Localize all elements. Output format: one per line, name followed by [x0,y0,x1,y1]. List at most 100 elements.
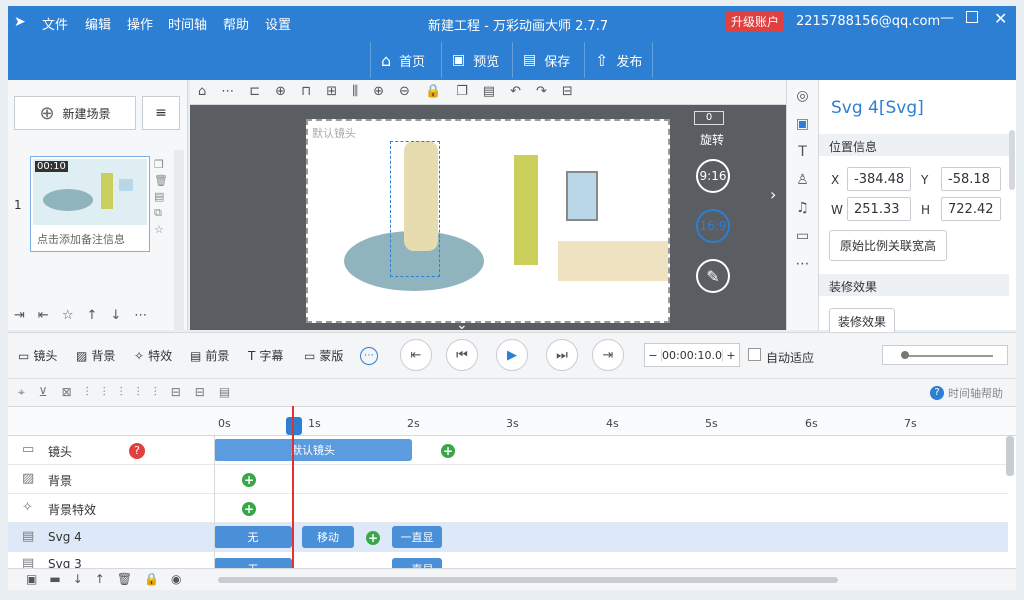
upgrade-button[interactable]: 升级账户 [726,11,785,32]
menu-settings[interactable]: 设置 [265,14,291,33]
menu-operate[interactable]: 操作 [127,14,153,33]
effects-tab[interactable]: ✧ 特效 [134,347,172,364]
copy-scene-icon[interactable]: ❐ [154,158,168,171]
new-scene-button[interactable]: ⊕ 新建场景 [14,96,136,130]
text-icon[interactable]: T [798,144,807,160]
track-row-selected[interactable]: ▤ Svg 4 无 移动 + 一直显 [8,523,1008,552]
more-options-icon[interactable]: ⋯ [221,84,234,99]
prev-frame-icon[interactable]: ⏮ [446,339,478,371]
lock-icon[interactable]: 🔒 [425,84,441,99]
h-input[interactable] [941,197,1001,221]
menu-timeline[interactable]: 时间轴 [168,14,207,33]
next-scene-icon[interactable]: ⇥ [592,339,624,371]
scene-favorite-icon[interactable]: ☆ [154,223,168,236]
tracks-scrollbar[interactable] [1006,436,1014,476]
account-email[interactable]: 2215788156@qq.com [796,14,940,29]
align-start-icon[interactable]: ⫶ [103,385,106,400]
image-icon[interactable]: ▣ [796,116,809,132]
horizontal-scrollbar[interactable] [218,577,838,583]
background-tab[interactable]: ▨ 背景 [76,347,115,364]
align-middle-icon[interactable]: ⊞ [326,84,337,99]
align-end-icon[interactable]: ⫶ [120,385,123,400]
add-keyframe-icon[interactable]: + [366,531,380,545]
add-keyframe-icon[interactable]: + [242,502,256,516]
move-clip[interactable]: 移动 [302,526,354,548]
align-top-icon[interactable]: ⊓ [301,84,311,99]
track-row[interactable]: ✧ 背景特效 + [8,494,1008,523]
props-scrollbar[interactable] [1009,130,1015,190]
redo-icon[interactable]: ↷ [536,84,547,99]
time-value[interactable]: 00:00:10.0 [661,348,723,362]
ratio-916-button[interactable]: 9:16 [696,159,730,193]
enter-clip[interactable]: 无 [214,526,292,548]
undo-icon[interactable]: ↶ [510,84,521,99]
folder-icon[interactable]: ▬ [49,572,60,586]
merge-icon[interactable]: ⫶ [154,385,157,400]
scene-thumbnail[interactable]: 00:10 点击添加备注信息 [30,156,150,252]
effect-button[interactable]: 装修效果 [829,308,896,335]
more-icon[interactable]: ⋯ [134,308,147,323]
publish-button[interactable]: ⇧ 发布 [584,42,654,78]
scene-order-icon[interactable]: ≡ [142,96,180,130]
warning-icon[interactable]: ? [129,443,145,459]
camera-clip[interactable]: 默认镜头 [214,439,412,461]
minimize-icon[interactable]: — [940,10,954,26]
menu-help[interactable]: 帮助 [223,14,249,33]
zoom-slider[interactable] [882,345,1008,365]
track-row[interactable]: ▭ 镜头 ? 默认镜头 + [8,436,1008,465]
shift-icon[interactable]: ⊟ [195,385,205,400]
more-tabs-icon[interactable]: ⋯ [360,347,378,365]
split-icon[interactable]: ⫶ [137,385,140,400]
maximize-icon[interactable] [966,11,978,23]
foreground-tab[interactable]: ▤ 前景 [190,347,229,364]
always-clip[interactable]: 一直显 [392,526,442,548]
delete-keyframe-icon[interactable]: ⊠ [62,385,72,400]
align-center-icon[interactable]: ⊕ [275,84,286,99]
zoom-in-icon[interactable]: ⊕ [373,84,384,99]
import-icon[interactable]: ⇥ [14,308,25,323]
ratio-lock-button[interactable]: 原始比例关联宽高 [829,230,948,261]
home-button[interactable]: ⌂ 首页 [370,42,435,78]
menu-file[interactable]: 文件 [42,14,68,33]
stage-frame[interactable]: 默认镜头 [306,119,670,323]
y-input[interactable] [941,167,1001,191]
time-ruler[interactable]: 0s 1s 2s 3s 4s 5s 6s 7s [8,406,1016,436]
ratio-169-button[interactable]: 16:9 [696,209,730,243]
scene-menu-icon[interactable]: ▤ [154,190,168,203]
delete-track-icon[interactable]: 🗑 [117,572,132,586]
w-input[interactable] [847,197,911,221]
filter-icon[interactable]: ⊻ [39,385,48,400]
star-icon[interactable]: ☆ [62,308,74,323]
music-icon[interactable]: ♫ [796,200,809,216]
preview-button[interactable]: ▣ 预览 [441,42,509,78]
move-down-track-icon[interactable]: ↓ [73,572,83,586]
mask-tab[interactable]: ▭ 蒙版 [304,347,343,364]
shape-icon[interactable]: ◎ [796,88,808,104]
edit-icon[interactable]: ✎ [696,259,730,293]
timeline-help[interactable]: ? 时间轴帮助 [930,385,1003,401]
lock-track-icon[interactable]: 🔒 [144,572,159,586]
visibility-icon[interactable]: ◉ [171,572,181,586]
more-tools-icon[interactable]: ⋯ [796,256,810,272]
expand-panel-icon[interactable]: › [770,185,776,204]
add-keyframe-icon[interactable]: + [441,444,455,458]
play-icon[interactable]: ▶ [496,339,528,371]
add-keyframe-icon[interactable]: + [242,473,256,487]
scene-note[interactable]: 点击添加备注信息 [37,231,125,247]
add-folder-icon[interactable]: ▣ [26,572,37,586]
subtitle-tab[interactable]: T 字幕 [248,347,283,364]
stretch-icon[interactable]: ⊟ [171,385,181,400]
menu-edit[interactable]: 编辑 [85,14,111,33]
copy-icon[interactable]: ❐ [456,84,468,99]
camera-tab[interactable]: ▭ 镜头 [18,347,57,364]
bubble-icon[interactable]: ▭ [796,228,809,244]
plus-icon[interactable]: + [723,349,739,362]
minus-icon[interactable]: − [645,349,661,362]
zoom-out-icon[interactable]: ⊖ [399,84,410,99]
locate-icon[interactable]: ⌖ [18,385,25,400]
selection-box[interactable] [390,141,440,277]
collapse-canvas-icon[interactable]: ⌄ [456,317,468,333]
scene-transition-icon[interactable]: ⧉ [154,206,168,220]
script-icon[interactable]: ▤ [219,385,230,400]
move-down-icon[interactable]: ↓ [110,308,121,323]
